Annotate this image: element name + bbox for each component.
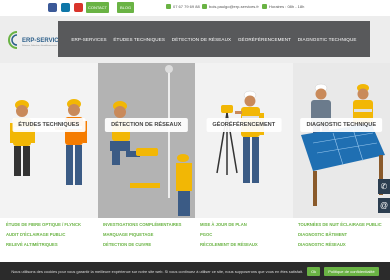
service-column-4: TOURNÉES DE NUIT ÉCLAIRAGE PUBLIC DIAGNO… xyxy=(298,222,382,247)
cookie-text: Nous utilisons des cookies pour vous gar… xyxy=(11,268,304,274)
nav-item-etudes-techniques[interactable]: ÉTUDES TECHNIQUES xyxy=(113,37,165,42)
phone-icon: ✆ xyxy=(380,182,388,191)
service-link[interactable]: DIAGNOSTIC BÂTIMENT xyxy=(298,232,382,237)
side-email-button[interactable]: @ xyxy=(378,198,390,213)
service-link[interactable]: RELEVÉ ALTIMÉTRIQUES xyxy=(6,242,81,247)
facebook-icon[interactable] xyxy=(48,3,57,12)
linkedin-icon[interactable] xyxy=(61,3,70,12)
service-link[interactable]: INVESTIGATIONS COMPLÉMENTAIRES xyxy=(103,222,181,227)
cookie-ok-button[interactable]: Ok xyxy=(307,266,321,276)
phone-icon xyxy=(166,4,171,9)
panel-label: ÉTUDES TECHNIQUES xyxy=(12,118,86,132)
service-column-3: MISE À JOUR DE PLAN PGOC RÉCOLEMENT DE R… xyxy=(200,222,258,247)
top-bar: CONTACT BLOG 07 67 79 69 88 bois.paulgo@… xyxy=(0,0,390,16)
nav-item-georeferencement[interactable]: GÉORÉFÉRENCEMENT xyxy=(238,37,291,42)
email-address: bois.paulgo@erp-services.fr xyxy=(209,4,259,9)
logo-mark: ERP-SERVICES Réseaux, Détection, Géoréfé… xyxy=(8,31,67,49)
nav-item-diagnostic-technique[interactable]: DIAGNOSTIC TECHNIQUE xyxy=(298,37,357,42)
hours-info: Horaires : 08h - 18h xyxy=(262,4,304,9)
page: CONTACT BLOG 07 67 79 69 88 bois.paulgo@… xyxy=(0,0,390,280)
service-column-1: ÉTUDE DE FIBRE OPTIQUE / FLYNCK AUDIT D'… xyxy=(6,222,81,247)
service-link[interactable]: RÉCOLEMENT DE RÉSEAUX xyxy=(200,242,258,247)
service-link[interactable]: PGOC xyxy=(200,232,258,237)
email-info[interactable]: bois.paulgo@erp-services.fr xyxy=(202,4,259,9)
panel-label: DÉTECTION DE RÉSEAUX xyxy=(105,118,188,132)
svg-text:Réseaux, Détection, Géoréféren: Réseaux, Détection, Géoréférencement xyxy=(22,44,58,47)
site-logo[interactable]: ERP-SERVICES Réseaux, Détection, Géoréfé… xyxy=(8,30,67,50)
service-link[interactable]: AUDIT D'ÉCLAIRAGE PUBLIC xyxy=(6,232,81,237)
surveyor-illustration xyxy=(216,90,264,183)
panel-etudes-techniques[interactable]: ÉTUDES TECHNIQUES xyxy=(0,63,98,218)
service-column-2: INVESTIGATIONS COMPLÉMENTAIRES MARQUAGE … xyxy=(103,222,181,247)
service-link[interactable]: DIAGNOSTIC RÉSEAUX xyxy=(298,242,382,247)
nav-item-detection-reseaux[interactable]: DÉTECTION DE RÉSEAUX xyxy=(172,37,231,42)
at-icon: @ xyxy=(379,201,389,210)
panel-georeferencement[interactable]: GÉORÉFÉRENCEMENT xyxy=(195,63,293,218)
youtube-icon[interactable] xyxy=(74,3,83,12)
side-phone-button[interactable]: ✆ xyxy=(378,179,390,194)
panel-diagnostic-technique[interactable]: DIAGNOSTIC TECHNIQUE xyxy=(292,63,390,218)
service-link[interactable]: DÉTECTION DE CUIVRE xyxy=(103,242,181,247)
phone-info[interactable]: 07 67 79 69 88 xyxy=(166,4,200,9)
email-icon xyxy=(202,4,207,9)
clock-icon xyxy=(262,4,267,9)
service-link[interactable]: MARQUAGE PIQUETAGE xyxy=(103,232,181,237)
service-link[interactable]: MISE À JOUR DE PLAN xyxy=(200,222,258,227)
panel-detection-reseaux[interactable]: DÉTECTION DE RÉSEAUX xyxy=(97,63,195,218)
phone-number: 07 67 79 69 88 xyxy=(173,4,200,9)
nav-item-erp-services[interactable]: ERP-SERVICES xyxy=(71,37,106,42)
workers-illustration xyxy=(10,99,87,185)
contact-button[interactable]: CONTACT xyxy=(86,2,109,13)
cookie-banner: Nous utilisons des cookies pour vous gar… xyxy=(0,262,390,280)
service-link[interactable]: ÉTUDE DE FIBRE OPTIQUE / FLYNCK xyxy=(6,222,81,227)
blog-button[interactable]: BLOG xyxy=(117,2,134,13)
panel-label: GÉORÉFÉRENCEMENT xyxy=(206,118,282,132)
service-links: ÉTUDE DE FIBRE OPTIQUE / FLYNCK AUDIT D'… xyxy=(0,218,390,262)
engineers-illustration xyxy=(300,83,385,206)
panel-label: DIAGNOSTIC TECHNIQUE xyxy=(300,118,383,132)
svg-text:ERP-SERVICES: ERP-SERVICES xyxy=(22,38,58,44)
opening-hours: Horaires : 08h - 18h xyxy=(269,4,305,9)
main-nav: ERP-SERVICES ÉTUDES TECHNIQUES DÉTECTION… xyxy=(58,21,370,57)
service-panels: ÉTUDES TECHNIQUES DÉTECTION DE RÉSEAUX G… xyxy=(0,63,390,218)
privacy-policy-button[interactable]: Politique de confidentialité xyxy=(324,266,379,276)
detector-illustration xyxy=(97,63,195,218)
service-link[interactable]: TOURNÉES DE NUIT ÉCLAIRAGE PUBLIC xyxy=(298,222,382,227)
